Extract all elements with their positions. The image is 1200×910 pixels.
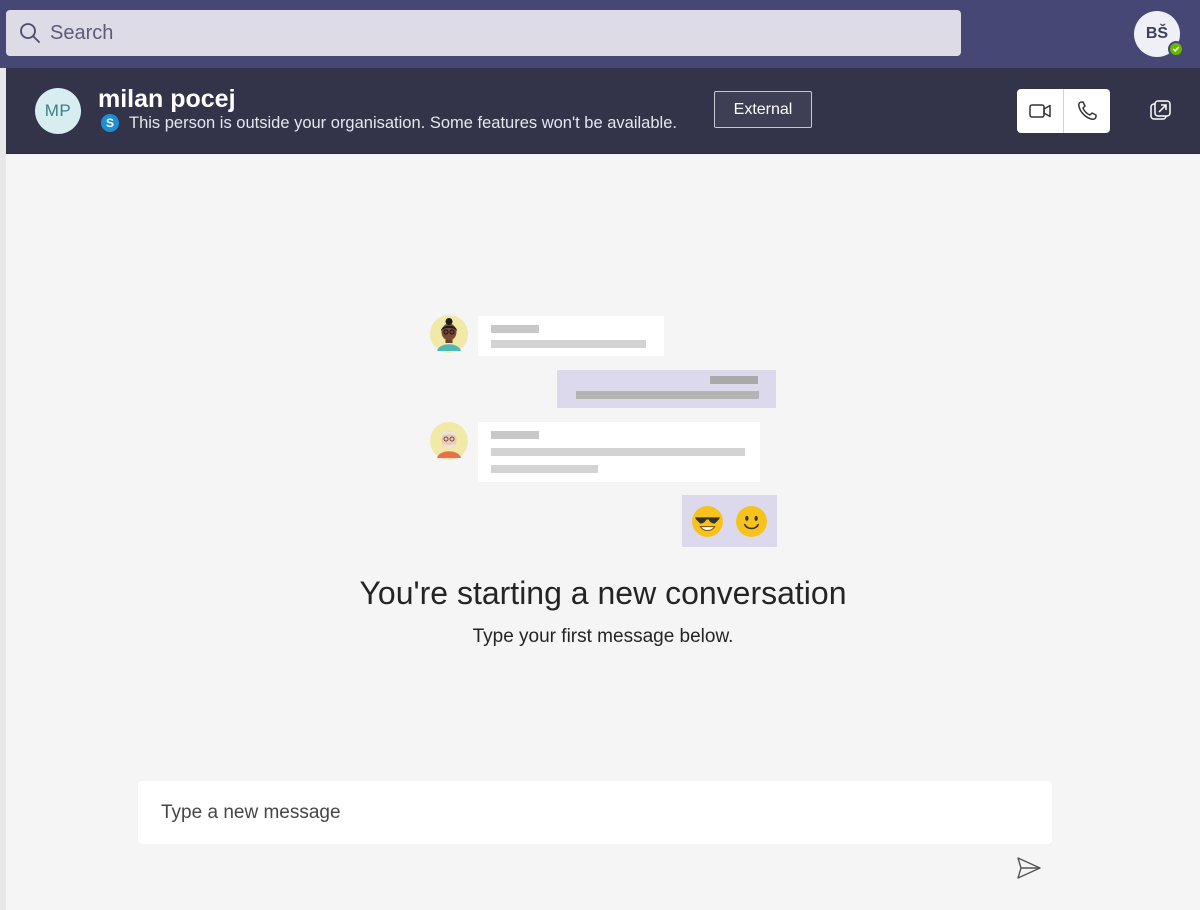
smiley-emoji-icon: [736, 506, 767, 537]
external-notice: This person is outside your organisation…: [129, 114, 677, 132]
illustration-bubble-1: [478, 316, 664, 356]
chat-header: MP milan pocej S This person is outside …: [6, 68, 1200, 154]
phone-icon: [1077, 101, 1097, 120]
contact-initials: MP: [44, 101, 72, 120]
search-box[interactable]: Search: [6, 10, 961, 56]
sunglasses-emoji-icon: [692, 506, 723, 537]
available-status-icon: [1168, 41, 1184, 57]
skype-icon: S: [101, 114, 119, 132]
video-camera-icon: [1029, 104, 1051, 118]
empty-state-title: You're starting a new conversation: [359, 575, 847, 611]
left-edge: [0, 68, 6, 910]
user-initials: BŠ: [1145, 25, 1169, 42]
user-avatar[interactable]: BŠ: [1134, 11, 1184, 57]
external-badge: External: [714, 91, 812, 128]
audio-call-button[interactable]: [1063, 89, 1109, 133]
contact-name: milan pocej: [98, 85, 236, 113]
search-input[interactable]: Search: [50, 22, 113, 45]
illustration-emoji-bubble: [682, 495, 777, 547]
search-icon: [20, 23, 40, 43]
popout-icon[interactable]: [1148, 99, 1172, 123]
message-composer[interactable]: Type a new message: [138, 781, 1052, 844]
call-buttons: [1017, 89, 1110, 133]
illustration-bubble-3: [478, 422, 760, 482]
man-avatar-icon: [430, 422, 468, 460]
illustration-bubble-2: [557, 370, 776, 408]
video-call-button[interactable]: [1017, 89, 1063, 133]
contact-avatar[interactable]: MP: [35, 88, 81, 134]
top-bar: Search BŠ: [0, 0, 1200, 68]
message-input[interactable]: Type a new message: [161, 802, 341, 824]
woman-avatar-icon: [430, 315, 468, 353]
send-icon[interactable]: [1016, 855, 1042, 881]
empty-state-subtitle: Type your first message below.: [472, 626, 734, 647]
